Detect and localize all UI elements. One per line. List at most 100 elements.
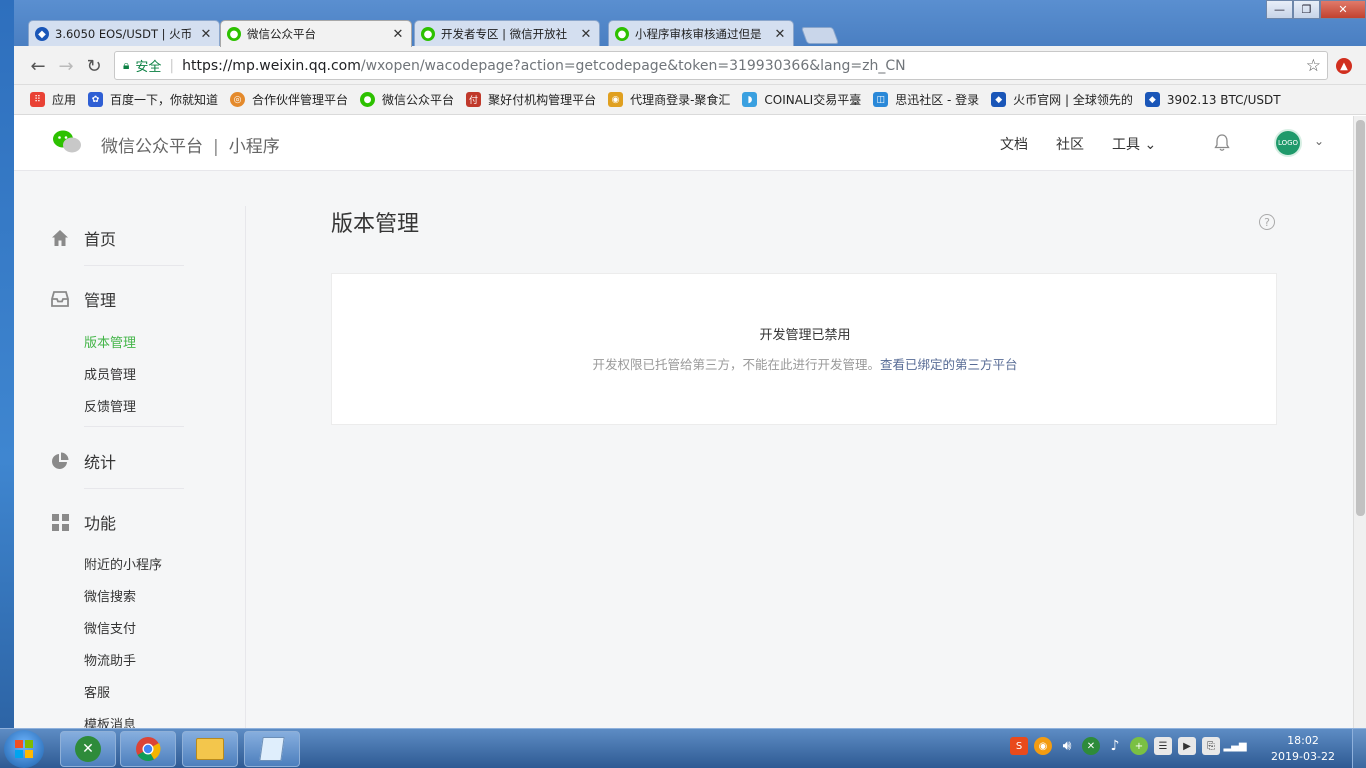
page-title: 版本管理: [331, 212, 420, 237]
speaker-icon[interactable]: ♪: [1106, 737, 1124, 755]
sidebar-item-wechat-search[interactable]: 微信搜索: [84, 586, 136, 605]
notepad-icon: [259, 737, 285, 761]
close-tab-icon[interactable]: ✕: [391, 27, 405, 42]
pie-chart-icon: [50, 451, 70, 471]
brand-divider: |: [213, 137, 219, 157]
start-button[interactable]: [4, 730, 44, 768]
notice-card: 开发管理已禁用 开发权限已托管给第三方，不能在此进行开发管理。查看已绑定的第三方…: [331, 273, 1277, 425]
tab-title: 3.6050 EOS/USDT | 火币: [55, 27, 193, 41]
sidebar-item-nearby[interactable]: 附近的小程序: [84, 554, 162, 573]
taskbar: ✕ S ◉ 🔊︎ ✕ ♪ + ☰ ▶ ⎘ ▂▄▆ 18:02 2019-03-2…: [0, 728, 1366, 768]
new-tab-button[interactable]: [800, 27, 840, 44]
sidebar-group-stats[interactable]: 统计: [50, 449, 116, 473]
notice-text: 开发权限已托管给第三方，不能在此进行开发管理。: [592, 357, 880, 372]
sogou-ime-icon[interactable]: S: [1010, 737, 1028, 755]
bookmark-juhaofu[interactable]: 付聚好付机构管理平台: [466, 91, 596, 108]
sidebar-divider: [84, 488, 184, 489]
sidebar-item-wechat-pay[interactable]: 微信支付: [84, 618, 136, 637]
back-arrow-icon[interactable]: ←: [27, 55, 49, 77]
avatar[interactable]: LOGO: [1274, 129, 1302, 157]
notification-bell-icon[interactable]: [1214, 134, 1230, 152]
taskbar-app-notepad[interactable]: [244, 731, 300, 767]
system-clock[interactable]: 18:02 2019-03-22: [1268, 733, 1338, 765]
sidebar-group-home[interactable]: 首页: [50, 226, 116, 250]
bookmark-coinali[interactable]: ◗ COINALI交易平臺: [742, 91, 861, 108]
community-link[interactable]: 社区: [1056, 134, 1084, 154]
view-third-party-link[interactable]: 查看已绑定的第三方平台: [880, 357, 1018, 372]
tools-menu[interactable]: 工具 ⌄: [1112, 134, 1156, 154]
bookmark-wechat[interactable]: ● 微信公众平台: [360, 91, 454, 108]
tab-huobi-eos[interactable]: ◆ 3.6050 EOS/USDT | 火币 ✕: [28, 20, 220, 47]
close-tab-icon[interactable]: ✕: [199, 27, 213, 42]
baidu-paw-icon: ✿: [88, 92, 104, 107]
tab-miniprogram-review[interactable]: ● 小程序审核审核通过但是 ✕: [608, 20, 794, 47]
bookmark-agent[interactable]: ◉ 代理商登录-聚食汇: [608, 91, 730, 108]
notice-title: 开发管理已禁用: [759, 328, 851, 343]
bookmark-sixun[interactable]: ◫ 思迅社区 - 登录: [873, 91, 979, 108]
bookmark-btc[interactable]: ◆ 3902.13 BTC/USDT: [1144, 92, 1281, 107]
address-bar[interactable]: 🔒︎ 安全 | https://mp.weixin.qq.com /wxopen…: [114, 51, 1328, 80]
sidebar-group-label: 管理: [84, 291, 117, 310]
network-signal-icon[interactable]: ▂▄▆: [1223, 737, 1246, 755]
sidebar-group-manage[interactable]: 管理: [50, 287, 116, 311]
taskmgr-icon[interactable]: ☰: [1154, 737, 1172, 755]
page-content: 微信公众平台 | 小程序 文档 社区 工具 ⌄ LOGO ⌄ 首页 管理 版本管…: [14, 116, 1366, 728]
page-scrollbar[interactable]: [1353, 116, 1366, 728]
scrollbar-thumb[interactable]: [1356, 120, 1365, 516]
show-desktop-button[interactable]: [1352, 729, 1366, 768]
volume-icon[interactable]: 🔊︎: [1058, 737, 1076, 755]
remote-tray-icon[interactable]: ✕: [1082, 737, 1100, 755]
tray-app-icon[interactable]: ◉: [1034, 737, 1052, 755]
sidebar-group-features[interactable]: 功能: [50, 510, 116, 534]
sidebar-item-member-manage[interactable]: 成员管理: [84, 364, 136, 383]
inbox-icon: [50, 289, 70, 309]
docs-link[interactable]: 文档: [1000, 134, 1028, 154]
bookmark-label: 合作伙伴管理平台: [252, 93, 349, 107]
huobi-icon: ◆: [991, 92, 1007, 107]
bookmark-partner[interactable]: ◎ 合作伙伴管理平台: [230, 91, 348, 108]
taskbar-app-explorer[interactable]: [182, 731, 238, 767]
bookmark-baidu[interactable]: ✿ 百度一下，你就知道: [88, 91, 218, 108]
browser-toolbar: ← → ↻ 🔒︎ 安全 | https://mp.weixin.qq.com /…: [14, 46, 1366, 85]
site-header: 微信公众平台 | 小程序 文档 社区 工具 ⌄ LOGO ⌄: [14, 116, 1366, 171]
sidebar-item-version-manage[interactable]: 版本管理: [84, 332, 136, 351]
bookmark-huobi[interactable]: ◆ 火币官网 | 全球领先的: [991, 91, 1133, 108]
extension-icon[interactable]: ▲: [1336, 58, 1352, 74]
security-icon[interactable]: +: [1130, 737, 1148, 755]
bookmark-label: 3902.13 BTC/USDT: [1166, 92, 1281, 107]
help-icon[interactable]: ?: [1259, 214, 1275, 230]
apps-grid-icon: ⠿: [30, 92, 45, 107]
wechat-logo-icon[interactable]: [52, 129, 82, 155]
bookmark-star-icon[interactable]: ☆: [1306, 56, 1321, 76]
agent-icon: ◉: [608, 92, 624, 107]
bookmark-label: 聚好付机构管理平台: [488, 93, 597, 107]
tab-wechat-platform[interactable]: ● 微信公众平台 ✕: [220, 20, 412, 47]
sidebar-item-feedback-manage[interactable]: 反馈管理: [84, 396, 136, 415]
chrome-icon: [136, 737, 161, 762]
forward-arrow-icon[interactable]: →: [55, 55, 77, 77]
restore-button[interactable]: ❐: [1293, 0, 1320, 19]
close-tab-icon[interactable]: ✕: [773, 27, 787, 42]
close-tab-icon[interactable]: ✕: [579, 27, 593, 42]
tab-title: 小程序审核审核通过但是: [635, 27, 762, 41]
brand-name: 微信公众平台: [101, 137, 203, 157]
avatar-text: LOGO: [1277, 139, 1299, 147]
usb-icon[interactable]: ⎘: [1202, 737, 1220, 755]
reload-icon[interactable]: ↻: [83, 55, 105, 77]
chevron-down-icon[interactable]: ⌄: [1314, 134, 1324, 148]
minimize-button[interactable]: —: [1266, 0, 1293, 19]
close-window-button[interactable]: ✕: [1320, 0, 1366, 19]
tab-developer-zone[interactable]: ● 开发者专区 | 微信开放社 ✕: [414, 20, 600, 47]
brand-title[interactable]: 微信公众平台 | 小程序: [101, 132, 280, 157]
sidebar-item-logistics[interactable]: 物流助手: [84, 650, 136, 669]
huobi-icon: ◆: [1144, 92, 1160, 107]
taskbar-app-chrome[interactable]: [120, 731, 176, 767]
sidebar-item-customer-service[interactable]: 客服: [84, 682, 110, 701]
media-icon[interactable]: ▶: [1178, 737, 1196, 755]
bookmark-apps[interactable]: ⠿ 应用: [30, 91, 76, 108]
wechat-icon: ●: [615, 27, 629, 41]
system-tray: S ◉ 🔊︎ ✕ ♪ + ☰ ▶ ⎘ ▂▄▆: [1010, 737, 1250, 755]
notice-description: 开发权限已托管给第三方，不能在此进行开发管理。查看已绑定的第三方平台: [332, 354, 1278, 373]
taskbar-app-remote[interactable]: ✕: [60, 731, 116, 767]
sidebar-item-template-message[interactable]: 模板消息: [84, 714, 136, 728]
